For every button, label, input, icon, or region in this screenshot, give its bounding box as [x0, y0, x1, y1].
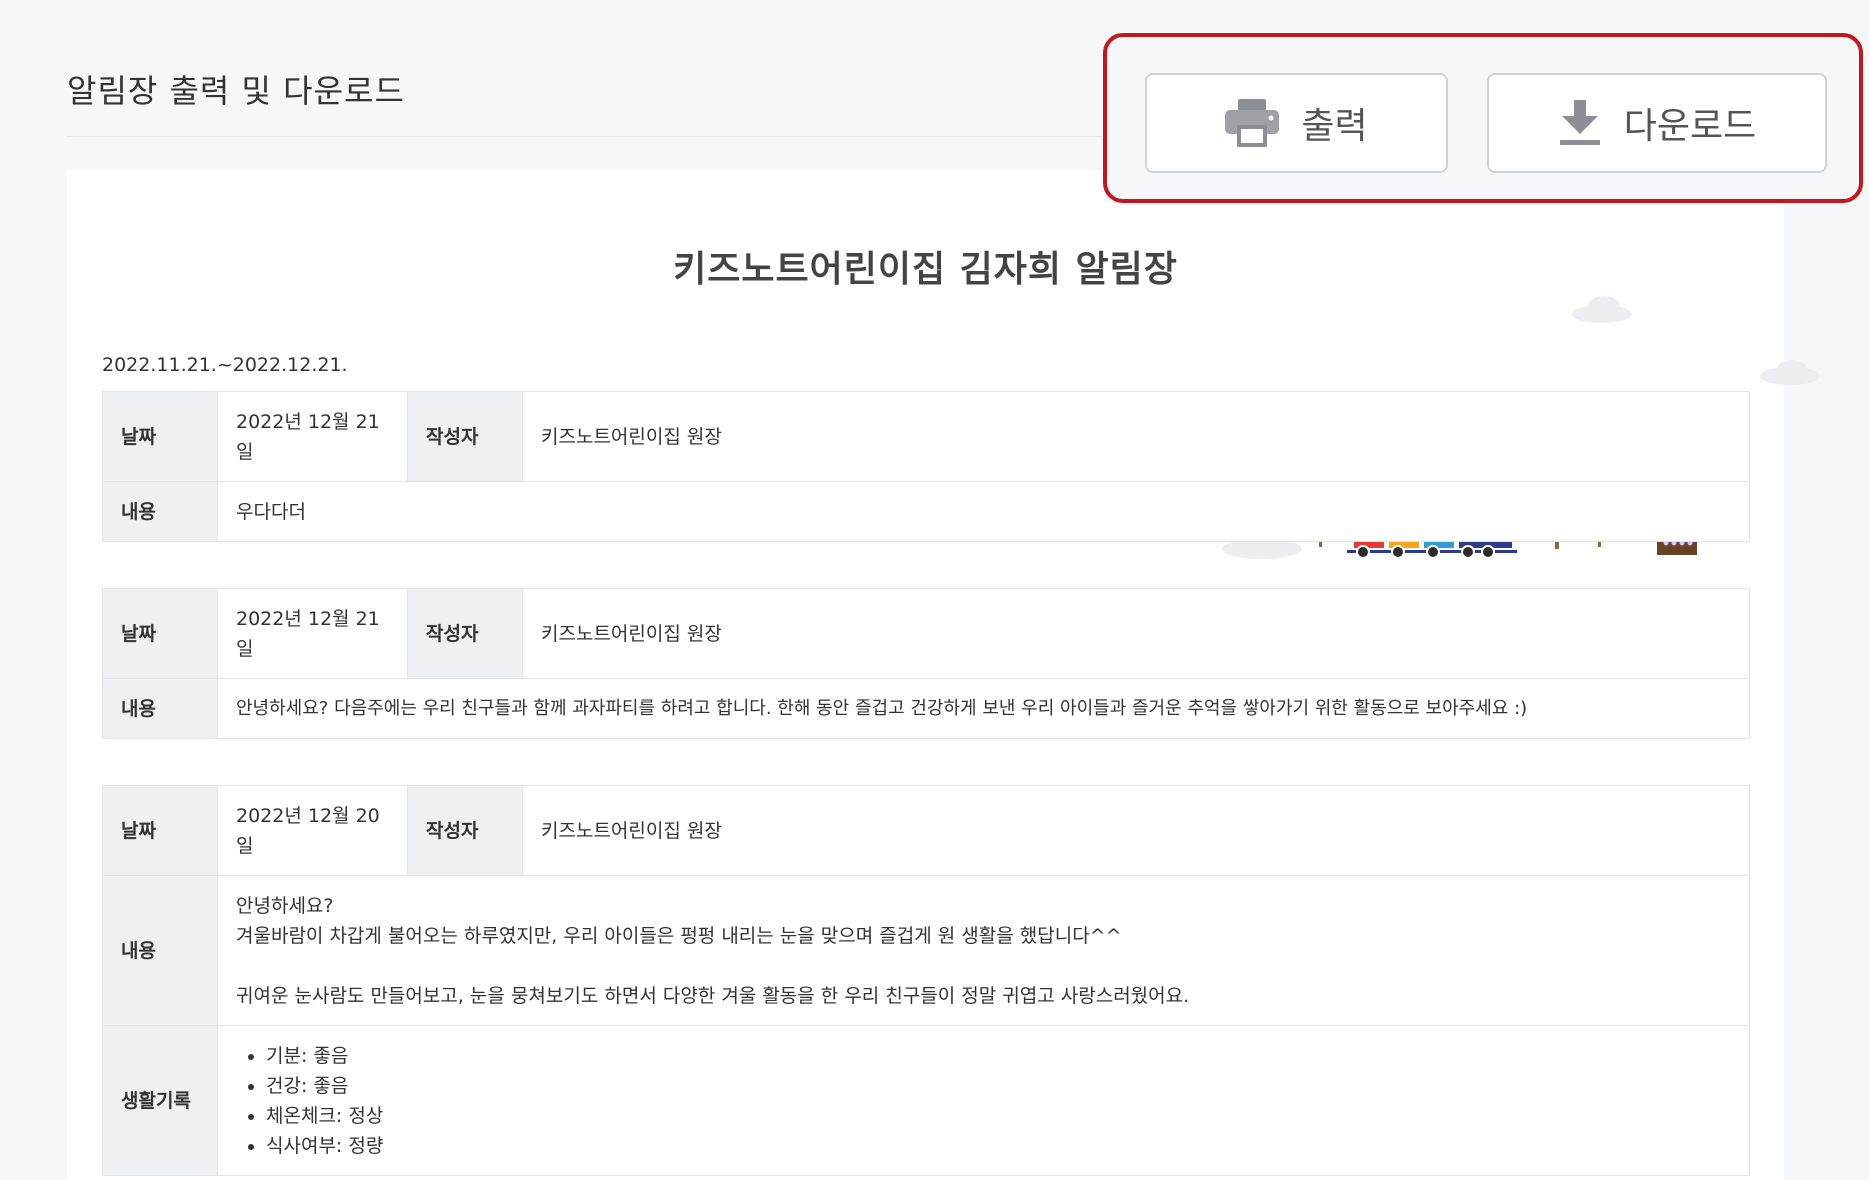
download-icon	[1559, 100, 1600, 145]
content-label: 내용	[102, 875, 218, 1026]
notice-entry-table: 날짜 2022년 12월 21 일 작성자 키즈노트어린이집 원장 내용 안녕하세…	[102, 588, 1750, 739]
date-value: 2022년 12월 20 일	[217, 785, 408, 876]
life-record-value: 기분: 좋음 건강: 좋음 체온체크: 정상 식사여부: 정량	[217, 1025, 1750, 1176]
author-value: 키즈노트어린이집 원장	[522, 588, 1750, 679]
author-value: 키즈노트어린이집 원장	[522, 785, 1750, 876]
author-value: 키즈노트어린이집 원장	[522, 391, 1750, 482]
actions-highlight: 출력 다운로드	[1103, 33, 1863, 203]
content-value: 안녕하세요? 다음주에는 우리 친구들과 함께 과자파티를 하려고 합니다. 한…	[217, 678, 1750, 739]
download-button[interactable]: 다운로드	[1487, 73, 1827, 173]
print-button[interactable]: 출력	[1145, 73, 1448, 173]
content-line: 귀여운 눈사람도 만들어보고, 눈을 뭉쳐보기도 하면서 다양한 겨울 활동을 …	[236, 984, 1190, 1007]
page-title: 알림장 출력 및 다운로드	[67, 72, 405, 110]
content-value: 안녕하세요? 겨울바람이 차갑게 불어오는 하루였지만, 우리 아이들은 펑펑 …	[217, 875, 1750, 1026]
life-record-item: 건강: 좋음	[266, 1071, 1731, 1101]
notice-entry-table: 날짜 2022년 12월 20 일 작성자 키즈노트어린이집 원장 내용 안녕하세…	[102, 785, 1750, 1176]
printer-icon	[1225, 99, 1280, 147]
date-label: 날짜	[102, 785, 218, 876]
author-label: 작성자	[407, 391, 523, 482]
content-label: 내용	[102, 481, 218, 542]
content-value: 우다다더	[217, 481, 1750, 542]
content-line: 겨울바람이 차갑게 불어오는 하루였지만, 우리 아이들은 펑펑 내리는 눈을 …	[236, 924, 1122, 947]
content-line: 안녕하세요?	[236, 894, 334, 917]
print-label: 출력	[1301, 106, 1368, 147]
date-value: 2022년 12월 21 일	[217, 588, 408, 679]
life-record-list: 기분: 좋음 건강: 좋음 체온체크: 정상 식사여부: 정량	[236, 1041, 1731, 1161]
download-label: 다운로드	[1623, 106, 1757, 147]
date-value: 2022년 12월 21 일	[217, 391, 408, 482]
life-record-item: 체온체크: 정상	[266, 1101, 1731, 1131]
life-record-item: 식사여부: 정량	[266, 1131, 1731, 1161]
content-label: 내용	[102, 678, 218, 739]
notice-document: 키즈노트어린이집 김자희 알림장 2022.11.21.~2022.12.21.…	[67, 170, 1820, 1180]
life-record-label: 생활기록	[102, 1025, 218, 1176]
date-label: 날짜	[102, 588, 218, 679]
author-label: 작성자	[407, 785, 523, 876]
date-label: 날짜	[102, 391, 218, 482]
document-period: 2022.11.21.~2022.12.21.	[102, 354, 348, 376]
notice-entry-table: 날짜 2022년 12월 21 일 작성자 키즈노트어린이집 원장 내용 우다다더	[102, 391, 1750, 542]
life-record-item: 기분: 좋음	[266, 1041, 1731, 1071]
author-label: 작성자	[407, 588, 523, 679]
